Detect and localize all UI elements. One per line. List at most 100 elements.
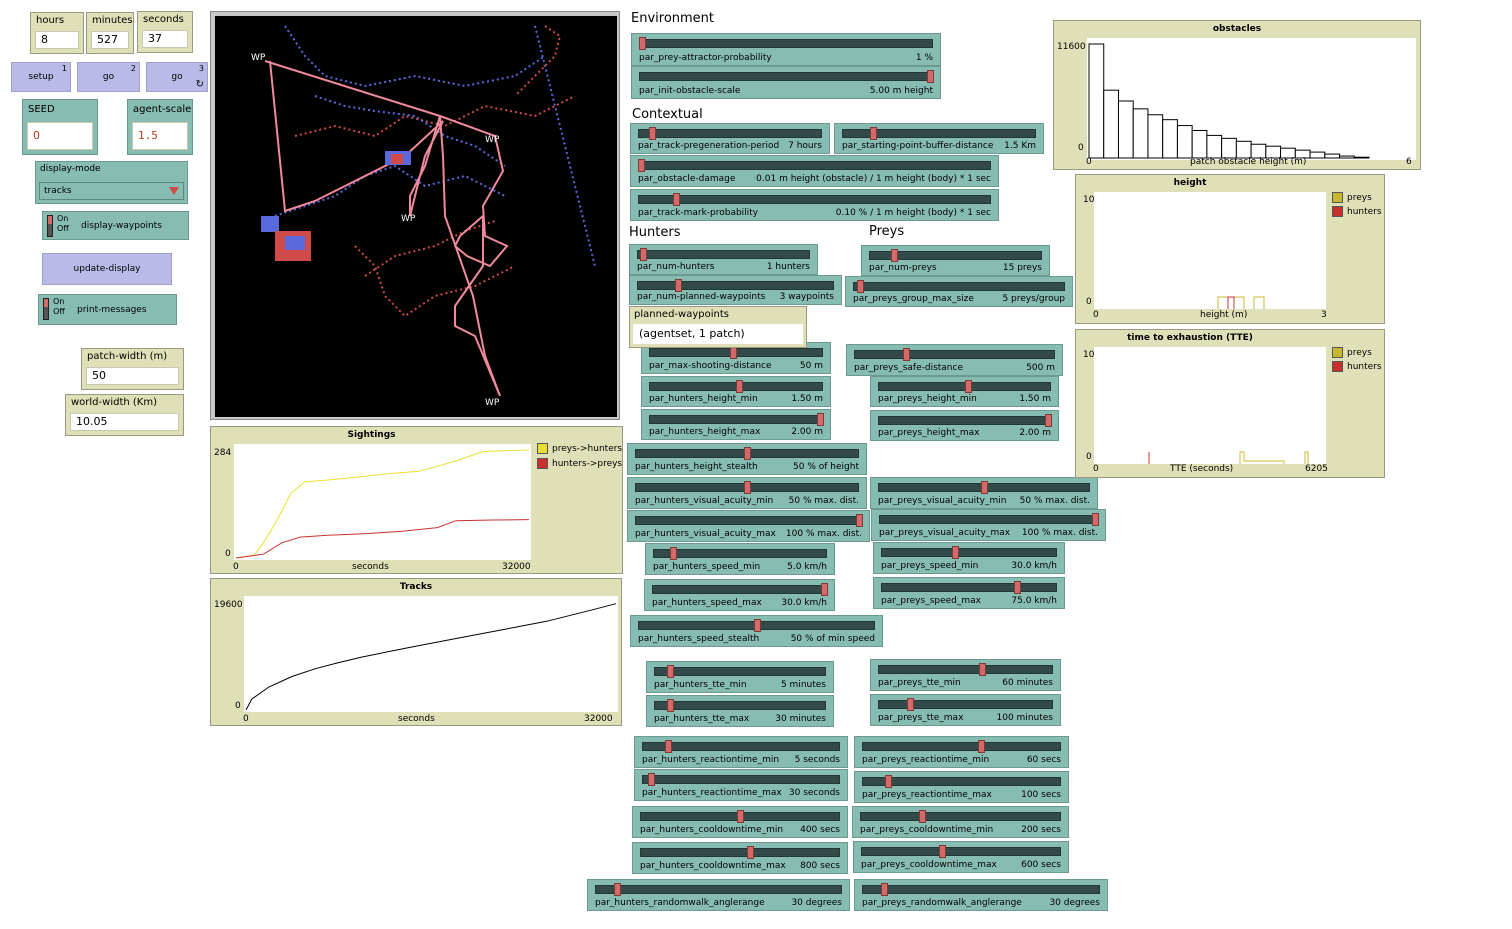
hunters-cooldowntime-max-slider[interactable]: par_hunters_cooldowntime_max 800 secs xyxy=(632,842,848,874)
slider-handle[interactable] xyxy=(744,447,751,460)
num-hunters-slider[interactable]: par_num-hunters 1 hunters xyxy=(629,244,818,275)
slider-track[interactable] xyxy=(635,516,862,525)
preys-tte-min-slider[interactable]: par_preys_tte_min 60 minutes xyxy=(870,659,1061,691)
slider-handle[interactable] xyxy=(753,619,761,632)
slider-handle[interactable] xyxy=(857,280,865,293)
hunters-speed-max-slider[interactable]: par_hunters_speed_max 30.0 km/h xyxy=(644,579,835,611)
go-forever-button[interactable]: go 3 ↻ xyxy=(146,62,208,92)
slider-handle[interactable] xyxy=(737,810,744,823)
slider-track[interactable] xyxy=(854,350,1055,359)
slider-handle[interactable] xyxy=(918,810,926,823)
hunters-cooldowntime-min-slider[interactable]: par_hunters_cooldowntime_min 400 secs xyxy=(632,806,848,838)
slider-track[interactable] xyxy=(653,549,827,558)
slider-handle[interactable] xyxy=(1013,581,1021,594)
slider-track[interactable] xyxy=(878,665,1053,674)
slider-handle[interactable] xyxy=(640,248,648,261)
preys-randomwalk-anglerange-slider[interactable]: par_preys_randomwalk_anglerange 30 degree… xyxy=(854,879,1108,911)
preys-reactiontime-max-slider[interactable]: par_preys_reactiontime_max 100 secs xyxy=(854,771,1069,803)
slider-track[interactable] xyxy=(879,515,1098,524)
slider-handle[interactable] xyxy=(977,740,985,753)
preys-visual-acuity-min-slider[interactable]: par_preys_visual_acuity_min 50 % max. dis… xyxy=(870,477,1098,509)
slider-track[interactable] xyxy=(637,250,810,259)
preys-group-max-size-slider[interactable]: par_preys_group_max_size 5 preys/group xyxy=(845,276,1073,307)
display-waypoints-switch[interactable]: On Off display-waypoints xyxy=(42,211,189,240)
slider-track[interactable] xyxy=(638,129,822,138)
preys-visual-acuity-max-slider[interactable]: par_preys_visual_acuity_max 100 % max. di… xyxy=(871,509,1106,541)
slider-handle[interactable] xyxy=(614,883,622,896)
slider-handle[interactable] xyxy=(744,481,751,494)
obstacle-damage-slider[interactable]: par_obstacle-damage 0.01 m height (obstac… xyxy=(630,155,999,187)
preys-tte-max-slider[interactable]: par_preys_tte_max 100 minutes xyxy=(870,694,1061,726)
hunters-speed-min-slider[interactable]: par_hunters_speed_min 5.0 km/h xyxy=(645,543,835,575)
slider-handle[interactable] xyxy=(906,698,914,711)
hunters-randomwalk-anglerange-slider[interactable]: par_hunters_randomwalk_anglerange 30 degr… xyxy=(587,879,850,911)
slider-track[interactable] xyxy=(638,195,991,204)
preys-height-max-slider[interactable]: par_preys_height_max 2.00 m xyxy=(870,410,1059,441)
slider-handle[interactable] xyxy=(870,127,878,140)
prey-attractor-probability-slider[interactable]: par_prey-attractor-probability 1 % xyxy=(631,33,941,66)
world-canvas[interactable]: WP WP WP WP xyxy=(215,16,617,417)
hunters-speed-stealth-slider[interactable]: par_hunters_speed_stealth 50 % of min spe… xyxy=(630,615,883,647)
hunters-height-max-slider[interactable]: par_hunters_height_max 2.00 m xyxy=(641,409,831,440)
slider-track[interactable] xyxy=(639,72,933,81)
update-display-button[interactable]: update-display xyxy=(42,253,172,285)
slider-handle[interactable] xyxy=(1092,513,1099,526)
hunters-visual-acuity-max-slider[interactable]: par_hunters_visual_acuity_max 100 % max. … xyxy=(627,510,870,542)
slider-handle[interactable] xyxy=(672,193,680,206)
slider-track[interactable] xyxy=(638,161,991,170)
slider-handle[interactable] xyxy=(675,279,683,292)
slider-track[interactable] xyxy=(853,282,1065,291)
slider-track[interactable] xyxy=(595,885,842,894)
setup-button[interactable]: setup 1 xyxy=(11,62,71,92)
slider-handle[interactable] xyxy=(952,546,960,559)
slider-handle[interactable] xyxy=(1045,414,1052,427)
track-mark-probability-slider[interactable]: par_track-mark-probability 0.10 % / 1 m h… xyxy=(630,189,999,221)
slider-track[interactable] xyxy=(881,583,1057,592)
starting-point-buffer-distance-slider[interactable]: par_starting-point-buffer-distance 1.5 Km xyxy=(834,123,1044,154)
slider-handle[interactable] xyxy=(902,348,910,361)
slider-track[interactable] xyxy=(654,667,826,676)
slider-track[interactable] xyxy=(878,416,1051,425)
slider-handle[interactable] xyxy=(648,127,656,140)
slider-track[interactable] xyxy=(860,812,1061,821)
slider-track[interactable] xyxy=(652,585,827,594)
num-preys-slider[interactable]: par_num-preys 15 preys xyxy=(861,245,1050,276)
world-view[interactable]: WP WP WP WP xyxy=(210,11,620,420)
hunters-tte-min-slider[interactable]: par_hunters_tte_min 5 minutes xyxy=(646,661,834,693)
slider-handle[interactable] xyxy=(856,514,863,527)
slider-track[interactable] xyxy=(881,548,1057,557)
slider-handle[interactable] xyxy=(746,846,754,859)
hunters-height-min-slider[interactable]: par_hunters_height_min 1.50 m xyxy=(641,376,831,407)
slider-track[interactable] xyxy=(640,848,840,857)
go-once-button[interactable]: go 2 xyxy=(77,62,140,92)
slider-handle[interactable] xyxy=(639,37,646,50)
slider-track[interactable] xyxy=(878,700,1053,709)
slider-track[interactable] xyxy=(861,847,1061,856)
slider-handle[interactable] xyxy=(885,775,893,788)
hunters-visual-acuity-min-slider[interactable]: par_hunters_visual_acuity_min 50 % max. d… xyxy=(627,477,867,509)
num-planned-waypoints-slider[interactable]: par_num-planned-waypoints 3 waypoints xyxy=(629,275,842,305)
slider-handle[interactable] xyxy=(667,699,675,712)
slider-handle[interactable] xyxy=(821,583,828,596)
agent-scale-input[interactable]: 1.5 xyxy=(132,122,188,150)
slider-track[interactable] xyxy=(649,415,823,424)
hunters-height-stealth-slider[interactable]: par_hunters_height_stealth 50 % of height xyxy=(627,443,867,475)
slider-track[interactable] xyxy=(862,742,1061,751)
slider-handle[interactable] xyxy=(817,413,824,426)
slider-handle[interactable] xyxy=(665,740,673,753)
slider-track[interactable] xyxy=(654,701,826,710)
slider-handle[interactable] xyxy=(981,481,988,494)
slider-handle[interactable] xyxy=(890,249,898,262)
display-mode-chooser[interactable]: display-mode tracks xyxy=(35,161,188,204)
track-pregeneration-period-slider[interactable]: par_track-pregeneration-period 7 hours xyxy=(630,123,830,154)
preys-speed-min-slider[interactable]: par_preys_speed_min 30.0 km/h xyxy=(873,542,1065,574)
hunters-tte-max-slider[interactable]: par_hunters_tte_max 30 minutes xyxy=(646,695,834,727)
preys-speed-max-slider[interactable]: par_preys_speed_max 75.0 km/h xyxy=(873,577,1065,609)
display-mode-select[interactable]: tracks xyxy=(39,182,184,200)
hunters-reactiontime-min-slider[interactable]: par_hunters_reactiontime_min 5 seconds xyxy=(634,736,848,768)
slider-track[interactable] xyxy=(642,775,840,784)
slider-handle[interactable] xyxy=(647,773,655,786)
seed-input[interactable]: 0 xyxy=(27,122,93,150)
slider-handle[interactable] xyxy=(669,547,677,560)
slider-handle[interactable] xyxy=(938,845,946,858)
